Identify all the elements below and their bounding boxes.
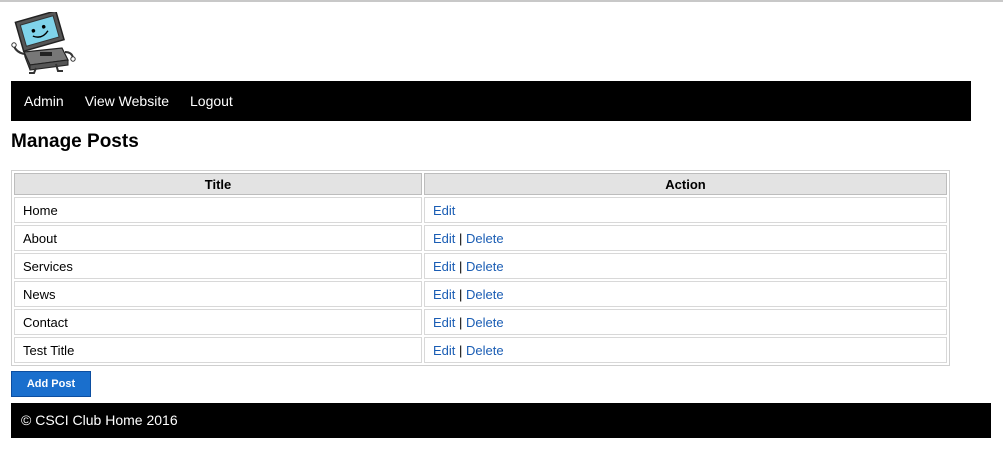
table-row: Home Edit — [14, 197, 947, 223]
table-row: Test Title Edit | Delete — [14, 337, 947, 363]
edit-link[interactable]: Edit — [433, 259, 455, 274]
post-title-cell: Contact — [14, 309, 422, 335]
add-post-button[interactable]: Add Post — [11, 371, 91, 397]
main-navbar: Admin View Website Logout — [11, 81, 971, 121]
post-action-cell: Edit | Delete — [424, 281, 947, 307]
post-action-cell: Edit | Delete — [424, 253, 947, 279]
edit-link[interactable]: Edit — [433, 231, 455, 246]
table-row: About Edit | Delete — [14, 225, 947, 251]
post-title-cell: Home — [14, 197, 422, 223]
table-row: Services Edit | Delete — [14, 253, 947, 279]
edit-link[interactable]: Edit — [433, 203, 455, 218]
nav-admin-link[interactable]: Admin — [24, 93, 64, 109]
table-header-row: Title Action — [14, 173, 947, 195]
action-column-header: Action — [424, 173, 947, 195]
post-action-cell: Edit | Delete — [424, 225, 947, 251]
post-action-cell: Edit | Delete — [424, 337, 947, 363]
post-title-cell: Services — [14, 253, 422, 279]
title-column-header: Title — [14, 173, 422, 195]
action-separator: | — [459, 258, 463, 274]
post-title-cell: Test Title — [14, 337, 422, 363]
post-action-cell: Edit — [424, 197, 947, 223]
edit-link[interactable]: Edit — [433, 315, 455, 330]
post-action-cell: Edit | Delete — [424, 309, 947, 335]
table-row: Contact Edit | Delete — [14, 309, 947, 335]
posts-table: Title Action Home Edit About Edit | Dele… — [11, 170, 950, 366]
action-separator: | — [459, 286, 463, 302]
delete-link[interactable]: Delete — [466, 315, 504, 330]
page-footer: © CSCI Club Home 2016 — [11, 403, 991, 438]
delete-link[interactable]: Delete — [466, 287, 504, 302]
action-separator: | — [459, 314, 463, 330]
edit-link[interactable]: Edit — [433, 287, 455, 302]
nav-logout-link[interactable]: Logout — [190, 93, 233, 109]
action-separator: | — [459, 230, 463, 246]
top-border — [0, 0, 1003, 2]
action-separator: | — [459, 342, 463, 358]
delete-link[interactable]: Delete — [466, 231, 504, 246]
post-title-cell: News — [14, 281, 422, 307]
computer-mascot-icon[interactable] — [10, 9, 76, 74]
table-row: News Edit | Delete — [14, 281, 947, 307]
delete-link[interactable]: Delete — [466, 259, 504, 274]
delete-link[interactable]: Delete — [466, 343, 504, 358]
page-title: Manage Posts — [11, 131, 139, 152]
post-title-cell: About — [14, 225, 422, 251]
nav-view-website-link[interactable]: View Website — [85, 93, 169, 109]
edit-link[interactable]: Edit — [433, 343, 455, 358]
